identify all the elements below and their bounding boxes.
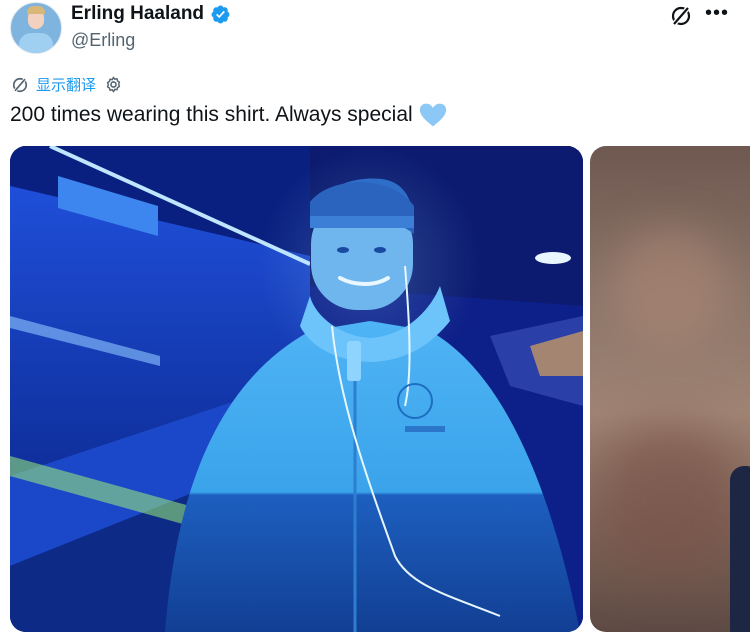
- stadium-tunnel-photo: [10, 146, 583, 632]
- tweet-text: 200 times wearing this shirt. Always spe…: [10, 102, 447, 128]
- tweet-text-content: 200 times wearing this shirt. Always spe…: [10, 103, 413, 126]
- author-name-row[interactable]: Erling Haaland: [71, 3, 231, 25]
- grok-icon[interactable]: [669, 4, 693, 28]
- tweet-photo-main[interactable]: [10, 146, 583, 632]
- more-options-button[interactable]: •••: [703, 2, 731, 26]
- light-blue-heart-icon: [419, 103, 446, 127]
- author-handle[interactable]: @Erling: [71, 30, 135, 51]
- author-display-name[interactable]: Erling Haaland: [71, 3, 204, 25]
- show-translation-link[interactable]: 显示翻译: [36, 74, 96, 95]
- show-translation-row[interactable]: 显示翻译: [10, 74, 123, 95]
- tweet-photo-second[interactable]: [590, 146, 750, 632]
- author-avatar[interactable]: [10, 2, 62, 54]
- verified-badge-icon: [211, 5, 230, 23]
- gear-icon[interactable]: [104, 75, 123, 94]
- translate-icon: [12, 77, 28, 92]
- tweet-header: Erling Haaland @Erling •••: [0, 0, 750, 70]
